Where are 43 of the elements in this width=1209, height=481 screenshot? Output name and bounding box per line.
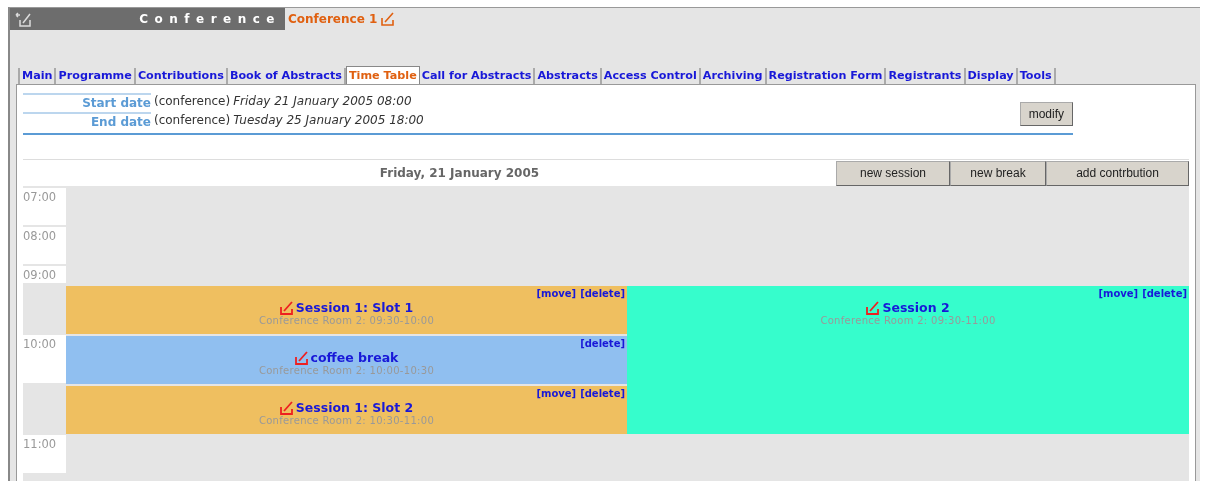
tab[interactable]: Time Table [345, 66, 420, 84]
action-link[interactable]: [move] [536, 388, 577, 399]
timetable-entry[interactable]: [move] [delete] Session 2 Conference Room 2: 09:30-11:00 [627, 286, 1189, 434]
entry-title[interactable]: coffee break [310, 350, 399, 365]
action-link[interactable]: [delete] [580, 288, 625, 299]
timetable-entry[interactable]: [delete] coffee break Conference Room 2: 10:00-10:30 [66, 336, 627, 384]
action-link[interactable]: [move] [1098, 288, 1139, 299]
edit-icon[interactable] [381, 12, 396, 26]
entry-location: Conference Room 2: 09:30-11:00 [820, 315, 996, 326]
hour-label: 09:00 [23, 266, 66, 285]
edit-icon[interactable] [279, 400, 294, 415]
action-link[interactable]: [delete] [580, 338, 625, 349]
entry-title[interactable]: Session 1: Slot 2 [295, 400, 414, 415]
date-label: Start date [23, 93, 151, 112]
day-title: Friday, 21 January 2005 [378, 166, 541, 180]
modify-button[interactable]: modify [1019, 102, 1073, 126]
edit-icon[interactable] [866, 300, 881, 315]
action-link[interactable]: [delete] [1142, 288, 1187, 299]
hour-label: 10:00 [23, 335, 66, 385]
hour-label: 08:00 [23, 227, 66, 266]
entry-location: Conference Room 2: 10:00-10:30 [258, 365, 435, 376]
edit-icon[interactable] [294, 350, 309, 365]
toolbar-button[interactable]: add contrbution [1046, 160, 1189, 186]
entry-title[interactable]: Session 2 [882, 300, 950, 315]
action-link[interactable]: [move] [536, 288, 577, 299]
hour-label: 11:00 [23, 435, 66, 475]
date-source: (conference) [154, 112, 231, 129]
timetable-entry[interactable]: [move] [delete] Session 1: Slot 1 Conference Room 2: 09:30-10:00 [66, 286, 627, 334]
date-value: Tuesday 25 January 2005 18:00 [233, 112, 424, 129]
entry-title[interactable]: Session 1: Slot 1 [295, 300, 414, 315]
edit-icon [14, 11, 34, 27]
entry-location: Conference Room 2: 09:30-10:00 [258, 315, 435, 326]
toolbar-button[interactable]: new break [950, 160, 1046, 186]
edit-icon[interactable] [279, 300, 294, 315]
section-title: Conference [139, 12, 281, 26]
date-value: Friday 21 January 2005 08:00 [233, 93, 412, 110]
toolbar-button[interactable]: new session [836, 160, 950, 186]
action-link[interactable]: [delete] [580, 388, 625, 399]
date-label: End date [23, 112, 151, 131]
date-source: (conference) [154, 93, 231, 110]
hour-label: 07:00 [23, 188, 66, 227]
timetable-entry[interactable]: [move] [delete] Session 1: Slot 2 Conference Room 2: 10:30-11:00 [66, 386, 627, 434]
entry-location: Conference Room 2: 10:30-11:00 [258, 415, 435, 426]
